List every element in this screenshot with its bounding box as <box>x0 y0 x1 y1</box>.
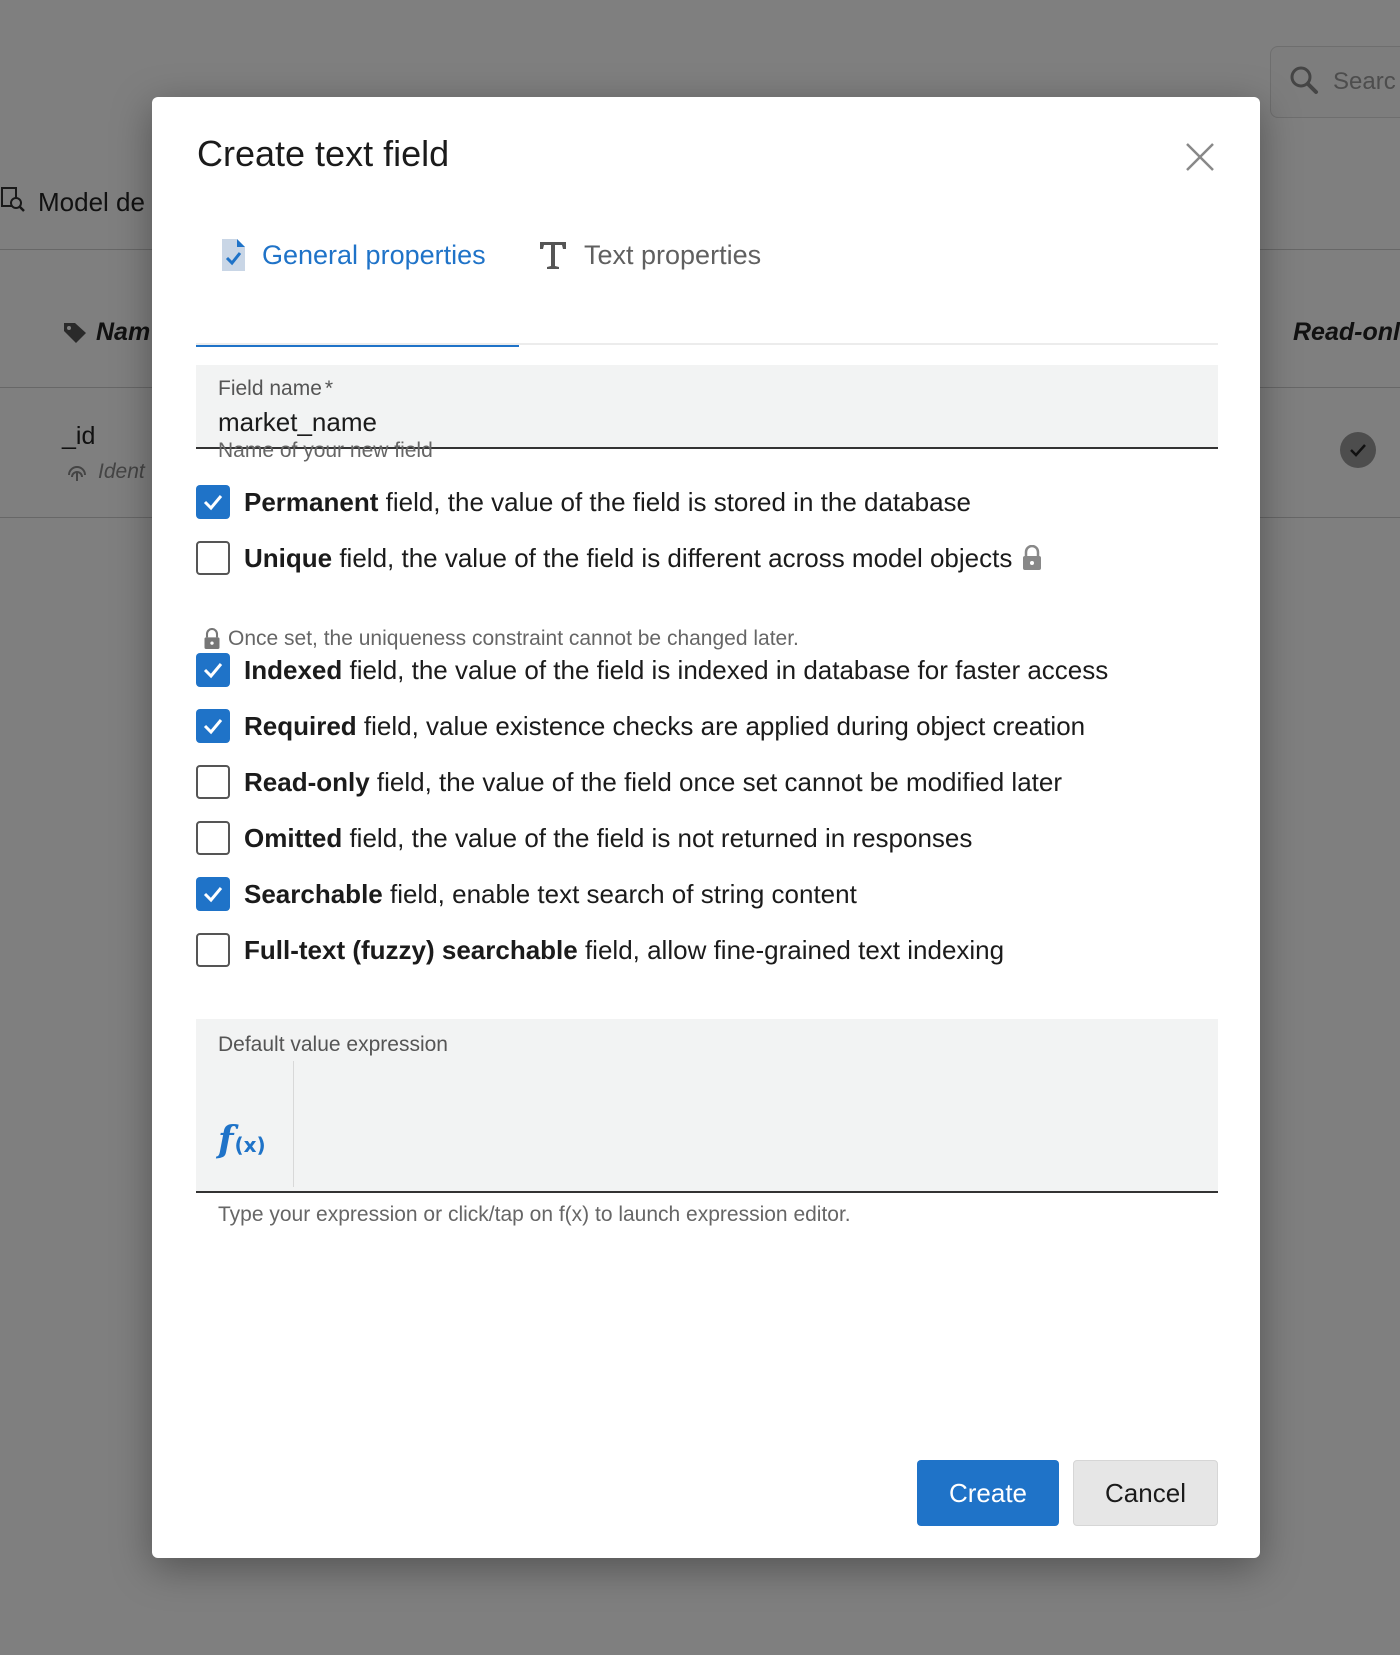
checkbox-permanent[interactable]: Permanent field, the value of the field … <box>196 485 971 519</box>
checkbox-indexed[interactable]: Indexed field, the value of the field is… <box>196 653 1108 687</box>
tab-divider <box>196 343 1218 345</box>
tab-text-properties[interactable]: Text properties <box>538 165 761 345</box>
default-expression-helper: Type your expression or click/tap on f(x… <box>218 1203 851 1226</box>
unique-note-text: Once set, the uniqueness constraint cann… <box>228 627 799 650</box>
checkbox-checked[interactable] <box>196 485 230 519</box>
checkbox-checked[interactable] <box>196 653 230 687</box>
checkbox-searchable-desc: field, enable text search of string cont… <box>382 878 857 909</box>
checkbox-fulltext-desc: field, allow fine-grained text indexing <box>577 934 1005 965</box>
checkbox-required[interactable]: Required field, value existence checks a… <box>196 709 1085 743</box>
checkbox-unique-title: Unique <box>244 542 333 573</box>
checkbox-searchable-title: Searchable <box>244 878 383 909</box>
checkbox-readonly-desc: field, the value of the field once set c… <box>369 766 1063 797</box>
checkbox-omitted-title: Omitted <box>244 822 343 853</box>
check-icon <box>203 663 223 679</box>
checkbox-fulltext-title: Full-text (fuzzy) searchable <box>244 934 578 965</box>
checkbox-unchecked[interactable] <box>196 821 230 855</box>
tab-general-label: General properties <box>262 239 486 270</box>
tab-text-label: Text properties <box>584 239 762 270</box>
checkbox-searchable[interactable]: Searchable field, enable text search of … <box>196 877 857 911</box>
lock-icon <box>202 628 222 650</box>
checkbox-fulltext[interactable]: Full-text (fuzzy) searchable field, allo… <box>196 933 1004 967</box>
checkbox-indexed-desc: field, the value of the field is indexed… <box>342 654 1109 685</box>
check-icon <box>203 887 223 903</box>
checkbox-readonly[interactable]: Read-only field, the value of the field … <box>196 765 1062 799</box>
checkbox-required-desc: field, value existence checks are applie… <box>356 710 1086 741</box>
checkbox-checked[interactable] <box>196 877 230 911</box>
default-expression-label: Default value expression <box>218 1033 448 1056</box>
check-icon <box>203 719 223 735</box>
fx-icon-suffix: (x) <box>234 1133 266 1157</box>
checkbox-unchecked[interactable] <box>196 933 230 967</box>
checkbox-unique[interactable]: Unique field, the value of the field is … <box>196 541 1044 575</box>
create-text-field-dialog: Create text field General properties Tex… <box>152 97 1260 1558</box>
close-button[interactable] <box>1182 139 1218 175</box>
checkbox-checked[interactable] <box>196 709 230 743</box>
fx-expression-button[interactable]: f (x) <box>218 1119 266 1161</box>
document-check-icon <box>220 238 246 272</box>
field-name-label: Field name * <box>218 377 334 400</box>
checkbox-omitted[interactable]: Omitted field, the value of the field is… <box>196 821 972 855</box>
checkbox-readonly-title: Read-only <box>244 766 370 797</box>
checkbox-unchecked[interactable] <box>196 541 230 575</box>
unique-note: Once set, the uniqueness constraint cann… <box>202 627 799 651</box>
lock-icon <box>1020 545 1044 571</box>
field-name-helper: Name of your new field <box>218 439 433 462</box>
cancel-button[interactable]: Cancel <box>1073 1460 1218 1526</box>
checkbox-omitted-desc: field, the value of the field is not ret… <box>342 822 973 853</box>
checkbox-required-title: Required <box>244 710 357 741</box>
checkbox-unique-desc: field, the value of the field is differe… <box>332 542 1013 573</box>
field-name-input[interactable] <box>218 407 1178 438</box>
expression-divider <box>293 1061 294 1187</box>
checkbox-permanent-desc: field, the value of the field is stored … <box>378 486 971 517</box>
checkbox-unchecked[interactable] <box>196 765 230 799</box>
text-format-icon <box>538 240 568 270</box>
tab-general-properties[interactable]: General properties <box>196 165 519 347</box>
checkbox-permanent-title: Permanent <box>244 486 379 517</box>
close-icon <box>1186 143 1214 171</box>
check-icon <box>203 495 223 511</box>
fx-icon: f <box>218 1119 234 1161</box>
default-expression-box[interactable]: Default value expression f (x) <box>196 1019 1218 1193</box>
create-button[interactable]: Create <box>917 1460 1059 1526</box>
field-name-box[interactable]: Field name * <box>196 365 1218 449</box>
checkbox-indexed-title: Indexed <box>244 654 343 685</box>
